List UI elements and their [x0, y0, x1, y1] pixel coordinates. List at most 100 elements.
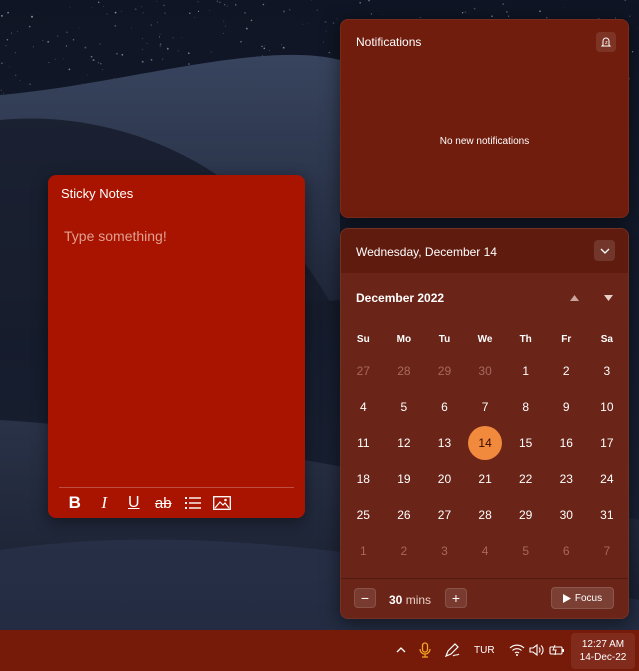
sticky-note-input[interactable]: [64, 225, 289, 247]
calendar-day-number: 4: [481, 544, 489, 558]
taskbar: TUR 12:27 AM 14-Dec-22: [0, 630, 639, 671]
calendar-day[interactable]: 30: [546, 497, 587, 533]
calendar-day[interactable]: 18: [343, 461, 384, 497]
input-language-indicator[interactable]: TUR: [474, 645, 495, 656]
show-hidden-icons-button[interactable]: [392, 641, 410, 659]
focus-button[interactable]: Focus: [551, 587, 614, 609]
weekday-header: Sa: [600, 333, 613, 345]
collapse-calendar-button[interactable]: [594, 240, 615, 261]
calendar-day[interactable]: 23: [546, 461, 587, 497]
star: [102, 6, 104, 8]
calendar-day-number: 19: [397, 472, 411, 486]
calendar-day[interactable]: 10: [587, 389, 628, 425]
calendar-day[interactable]: 1: [343, 533, 384, 569]
bullets-button[interactable]: [178, 492, 208, 514]
calendar-day[interactable]: 7: [465, 389, 506, 425]
previous-month-button[interactable]: [567, 291, 581, 305]
calendar-day[interactable]: 30: [465, 353, 506, 389]
star: [187, 52, 190, 55]
calendar-day[interactable]: 28: [384, 353, 425, 389]
calendar-day[interactable]: 4: [465, 533, 506, 569]
italic-button[interactable]: I: [90, 492, 120, 514]
calendar-day[interactable]: 26: [384, 497, 425, 533]
star: [325, 30, 327, 32]
notifications-title: Notifications: [356, 35, 422, 49]
calendar-day[interactable]: 27: [343, 353, 384, 389]
bold-button[interactable]: B: [60, 492, 90, 514]
sticky-note-title: Sticky Notes: [61, 186, 134, 201]
star: [224, 4, 226, 6]
strikethrough-button[interactable]: ab: [149, 492, 179, 514]
calendar-day[interactable]: 31: [587, 497, 628, 533]
calendar-day[interactable]: 5: [505, 533, 546, 569]
calendar-day[interactable]: 1: [505, 353, 546, 389]
calendar-day-number: 29: [437, 364, 452, 378]
star: [188, 63, 190, 65]
star: [328, 51, 331, 54]
do-not-disturb-icon: z: [600, 37, 612, 47]
calendar-day-today[interactable]: 14: [465, 425, 506, 461]
calendar-day[interactable]: 25: [343, 497, 384, 533]
calendar-day[interactable]: 20: [424, 461, 465, 497]
do-not-disturb-button[interactable]: z: [596, 32, 616, 52]
calendar-day-number: 6: [562, 544, 570, 558]
calendar-day[interactable]: 27: [424, 497, 465, 533]
star: [66, 31, 68, 34]
calendar-day-number: 3: [441, 544, 448, 558]
calendar-day-number: 29: [518, 508, 533, 522]
calendar-day[interactable]: 11: [343, 425, 384, 461]
calendar-day[interactable]: 21: [465, 461, 506, 497]
calendar-month-label[interactable]: December 2022: [356, 291, 444, 305]
microphone-button[interactable]: [416, 641, 434, 659]
clock-date: 14-Dec-22: [579, 652, 627, 663]
calendar-day[interactable]: 7: [587, 533, 628, 569]
star: [15, 74, 17, 76]
calendar-day[interactable]: 6: [424, 389, 465, 425]
calendar-day[interactable]: 2: [384, 533, 425, 569]
star: [263, 47, 266, 50]
underline-button[interactable]: U: [119, 492, 149, 514]
decrease-minutes-button[interactable]: −: [354, 588, 376, 608]
calendar-day-number: 26: [397, 508, 411, 522]
calendar-day[interactable]: 6: [546, 533, 587, 569]
calendar-day-number: 7: [481, 400, 489, 414]
calendar-day[interactable]: 5: [384, 389, 425, 425]
star: [150, 58, 153, 61]
calendar-day[interactable]: 28: [465, 497, 506, 533]
increase-minutes-button[interactable]: +: [445, 588, 467, 608]
next-month-button[interactable]: [601, 291, 615, 305]
star: [261, 45, 263, 48]
calendar-day[interactable]: 29: [505, 497, 546, 533]
calendar-day[interactable]: 13: [424, 425, 465, 461]
network-button[interactable]: [508, 641, 526, 659]
calendar-day-number: 30: [559, 508, 573, 522]
calendar-day[interactable]: 19: [384, 461, 425, 497]
star: [223, 20, 225, 22]
star: [48, 61, 50, 64]
star: [262, 3, 265, 6]
calendar-day[interactable]: 3: [587, 353, 628, 389]
calendar-day[interactable]: 29: [424, 353, 465, 389]
calendar-day-number: 13: [437, 436, 452, 450]
calendar-day[interactable]: 8: [505, 389, 546, 425]
sticky-toolbar: B I U ab: [60, 492, 237, 514]
calendar-day-number: 27: [437, 508, 452, 522]
add-image-button[interactable]: [208, 492, 238, 514]
calendar-day[interactable]: 15: [505, 425, 546, 461]
volume-button[interactable]: [528, 641, 546, 659]
calendar-day[interactable]: 3: [424, 533, 465, 569]
calendar-day[interactable]: 24: [587, 461, 628, 497]
taskbar-clock[interactable]: 12:27 AM 14-Dec-22: [571, 633, 635, 669]
calendar-day[interactable]: 12: [384, 425, 425, 461]
pen-menu-button[interactable]: [443, 641, 461, 659]
calendar-day[interactable]: 17: [587, 425, 628, 461]
battery-button[interactable]: [548, 641, 566, 659]
star: [69, 6, 71, 8]
star: [629, 15, 631, 17]
calendar-day[interactable]: 16: [546, 425, 587, 461]
calendar-day[interactable]: 2: [546, 353, 587, 389]
calendar-day[interactable]: 22: [505, 461, 546, 497]
calendar-day[interactable]: 4: [343, 389, 384, 425]
calendar-day[interactable]: 9: [546, 389, 587, 425]
focus-duration: 30 mins: [389, 593, 431, 607]
